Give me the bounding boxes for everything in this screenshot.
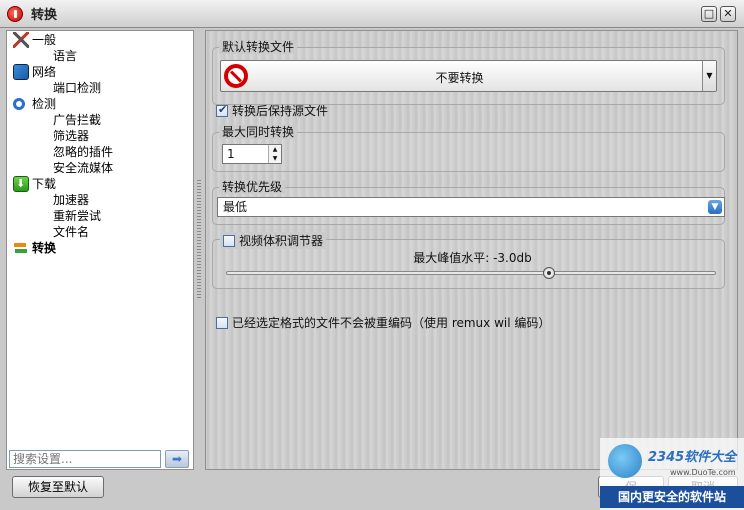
sidebar-item-language[interactable]: 语言 [53,48,77,64]
sidebar-item-label: 一般 [32,33,57,47]
chevron-down-icon[interactable]: ▼ [708,200,722,214]
no-reencode-checkbox-row[interactable]: 已经选定格式的文件不会被重编码（使用 remux wil 编码） [216,314,550,331]
convert-settings-panel: 默认转换文件 不要转换 ▼ 转换后保持源文件 最大同时转换 1 ▲▼ 转换优先级… [205,30,738,470]
sidebar-item-convert[interactable]: 转换 [13,240,56,256]
max-concurrent-group: 最大同时转换 [212,125,725,172]
sidebar-item-secure-streaming[interactable]: 安全流媒体 [53,160,113,176]
network-icon [13,64,29,80]
checkbox-label: 已经选定格式的文件不会被重编码（使用 remux wil 编码） [232,316,551,330]
checkbox-label: 转换后保持源文件 [232,104,329,118]
restore-defaults-button[interactable]: 恢复至默认 [12,476,104,498]
settings-tree: 一般 语言 网络 端口检测 检测 广告拦截 筛选器 忽略的插件 安全流媒体 下载… [6,30,194,470]
group-title: 默认转换文件 [219,40,298,54]
panel-splitter[interactable] [197,180,201,300]
spin-arrows-icon[interactable]: ▲ ▼ [268,145,281,163]
tools-icon [13,32,29,48]
sidebar-item-label: 下载 [32,177,57,191]
download-icon [13,176,29,192]
sidebar-item-label: 转换 [32,241,57,255]
watermark-brand: 2345软件大全 [648,450,737,465]
maximize-button[interactable]: □ [701,6,717,22]
convert-icon [13,240,29,256]
settings-search-input[interactable] [9,450,161,468]
volume-leveler-checkbox-row[interactable]: 视频体积调节器 [220,232,327,249]
sidebar-item-network[interactable]: 网络 [13,64,56,80]
watermark-url: www.DuoTe.com [670,468,736,477]
sidebar-item-filename[interactable]: 文件名 [53,224,89,240]
chevron-down-icon[interactable]: ▼ [702,61,716,91]
default-convert-group: 默认转换文件 不要转换 ▼ [212,40,725,105]
sidebar-item-filters[interactable]: 筛选器 [53,128,89,144]
app-logo-icon [7,5,23,22]
mascot-logo-icon [608,444,642,478]
default-convert-dropdown[interactable]: 不要转换 ▼ [220,60,717,92]
sidebar-item-label: 检测 [32,97,57,111]
watermark-slogan: 国内更安全的软件站 [600,486,744,508]
sidebar-item-general[interactable]: 一般 [13,32,56,48]
window-title: 转换 [31,8,58,23]
peak-level-slider-track[interactable] [226,271,716,275]
sidebar-item-port-check[interactable]: 端口检测 [53,80,101,96]
search-icon [13,98,25,110]
sidebar-item-adblock[interactable]: 广告拦截 [53,112,101,128]
sidebar-item-download[interactable]: 下载 [13,176,56,192]
checkbox-label: 视频体积调节器 [239,234,324,248]
sidebar-item-label: 网络 [32,65,57,79]
group-title: 最大同时转换 [219,125,298,139]
keep-source-checkbox[interactable] [216,103,228,117]
search-go-button[interactable]: ➡ [165,450,189,468]
title-bar: 转换 □ ✕ [0,0,744,28]
sidebar-item-retry[interactable]: 重新尝试 [53,208,101,224]
sidebar-item-ignored-plugins[interactable]: 忽略的插件 [53,144,113,160]
sidebar-item-detection[interactable]: 检测 [13,96,56,112]
priority-dropdown[interactable]: 最低 ▼ [217,197,725,217]
stepper-value: 1 [227,147,235,161]
peak-level-label: 最大峰值水平: -3.0db [413,251,532,265]
volume-leveler-checkbox[interactable] [223,234,235,247]
no-reencode-checkbox[interactable] [216,316,228,329]
keep-source-checkbox-row[interactable]: 转换后保持源文件 [216,102,328,119]
group-title: 转换优先级 [219,180,286,194]
dropdown-value: 最低 [223,200,248,214]
close-button[interactable]: ✕ [720,6,736,22]
sidebar-item-accelerator[interactable]: 加速器 [53,192,89,208]
dropdown-value: 不要转换 [435,71,484,85]
site-watermark: 2345软件大全 www.DuoTe.com 国内更安全的软件站 [600,438,744,510]
max-concurrent-stepper[interactable]: 1 ▲ ▼ [222,144,282,164]
